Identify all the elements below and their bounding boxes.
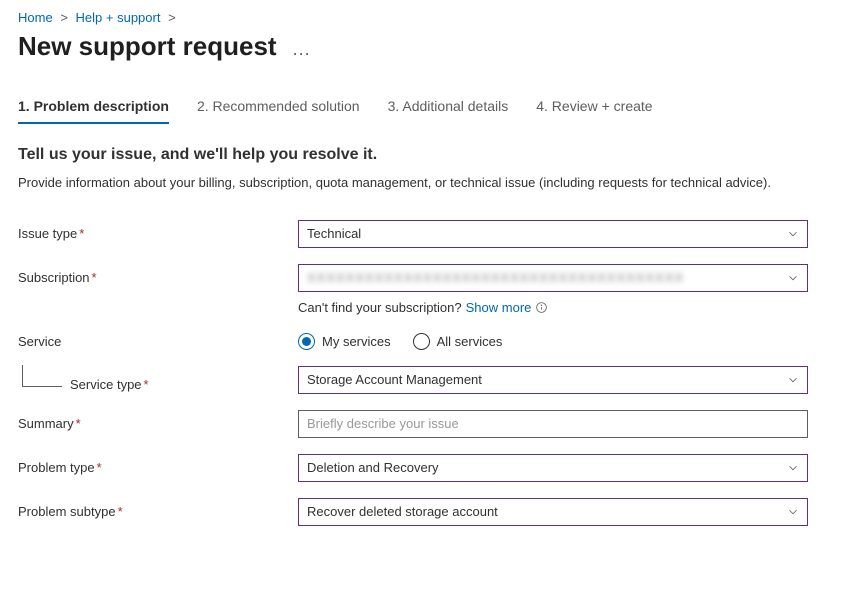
tree-connector xyxy=(22,365,62,387)
chevron-down-icon xyxy=(786,271,800,288)
label-summary: Summary* xyxy=(18,416,298,431)
label-problem-type: Problem type* xyxy=(18,460,298,475)
breadcrumb-home[interactable]: Home xyxy=(18,10,53,25)
select-problem-subtype[interactable]: Recover deleted storage account xyxy=(298,498,808,526)
select-issue-type[interactable]: Technical xyxy=(298,220,808,248)
select-issue-type-value: Technical xyxy=(307,226,361,241)
page-title: New support request xyxy=(18,31,277,62)
subscription-hint: Can't find your subscription? Show more xyxy=(298,300,848,315)
radio-all-services[interactable]: All services xyxy=(413,333,503,350)
tab-problem-description[interactable]: 1. Problem description xyxy=(18,98,169,124)
tab-additional-details[interactable]: 3. Additional details xyxy=(388,98,509,124)
label-subscription: Subscription* xyxy=(18,270,298,285)
chevron-down-icon xyxy=(786,227,800,244)
label-service: Service xyxy=(18,334,298,349)
select-problem-subtype-value: Recover deleted storage account xyxy=(307,504,498,519)
chevron-down-icon xyxy=(786,373,800,390)
tab-recommended-solution[interactable]: 2. Recommended solution xyxy=(197,98,360,124)
section-description: Provide information about your billing, … xyxy=(18,174,798,192)
breadcrumb: Home > Help + support > xyxy=(18,10,848,25)
radio-all-services-label: All services xyxy=(437,334,503,349)
select-subscription[interactable]: XXXXXXXXXXXXXXXXXXXXXXXXXXXXXXXXXXXXXXX xyxy=(298,264,808,292)
breadcrumb-separator: > xyxy=(60,10,68,25)
radio-my-services-label: My services xyxy=(322,334,391,349)
label-problem-subtype: Problem subtype* xyxy=(18,504,298,519)
radio-my-services[interactable]: My services xyxy=(298,333,391,350)
chevron-down-icon xyxy=(786,505,800,522)
breadcrumb-separator: > xyxy=(168,10,176,25)
more-menu-icon[interactable]: ... xyxy=(293,33,311,60)
select-problem-type-value: Deletion and Recovery xyxy=(307,460,439,475)
section-heading: Tell us your issue, and we'll help you r… xyxy=(18,146,848,164)
tab-review-create[interactable]: 4. Review + create xyxy=(536,98,652,124)
breadcrumb-help-support[interactable]: Help + support xyxy=(76,10,161,25)
select-subscription-value: XXXXXXXXXXXXXXXXXXXXXXXXXXXXXXXXXXXXXXX xyxy=(307,270,684,285)
select-service-type-value: Storage Account Management xyxy=(307,372,482,387)
info-icon[interactable] xyxy=(535,301,548,314)
label-service-type: Service type xyxy=(70,377,142,392)
show-more-link[interactable]: Show more xyxy=(466,300,532,315)
label-issue-type: Issue type* xyxy=(18,226,298,241)
select-problem-type[interactable]: Deletion and Recovery xyxy=(298,454,808,482)
select-service-type[interactable]: Storage Account Management xyxy=(298,366,808,394)
input-summary[interactable]: Briefly describe your issue xyxy=(298,410,808,438)
tabs: 1. Problem description 2. Recommended so… xyxy=(18,98,848,124)
input-summary-placeholder: Briefly describe your issue xyxy=(307,416,459,431)
chevron-down-icon xyxy=(786,461,800,478)
